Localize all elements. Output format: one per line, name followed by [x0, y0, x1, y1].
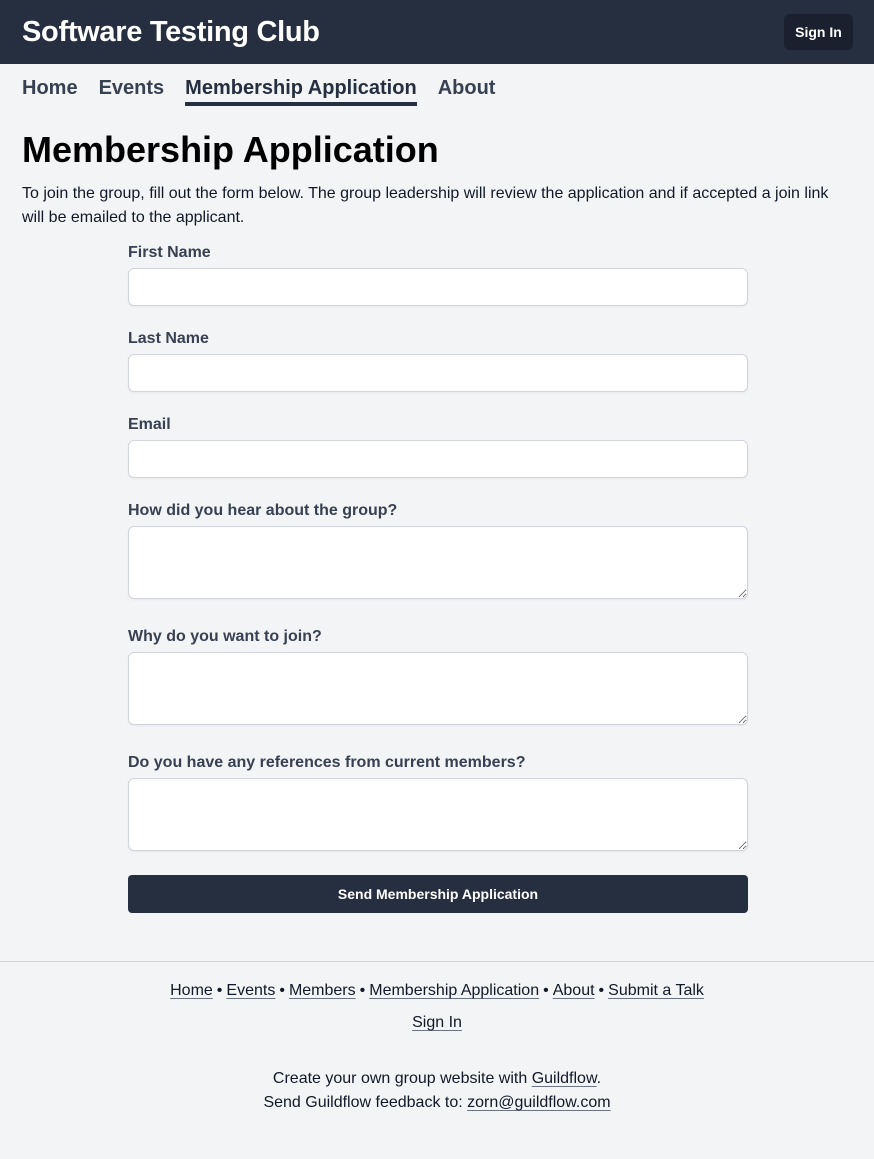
nav-item-membership-application[interactable]: Membership Application	[185, 76, 417, 106]
why-join-field-group: Why do you want to join?	[128, 627, 748, 725]
email-label: Email	[128, 416, 171, 433]
nav-item-about[interactable]: About	[438, 76, 496, 106]
email-input[interactable]	[128, 440, 748, 478]
footer-sign-in-link[interactable]: Sign In	[412, 1014, 462, 1031]
intro-text: To join the group, fill out the form bel…	[22, 185, 829, 226]
first-name-label: First Name	[128, 244, 211, 261]
footer-link-home[interactable]: Home	[170, 982, 213, 999]
footer-link-about[interactable]: About	[553, 982, 595, 999]
why-join-label: Why do you want to join?	[128, 628, 322, 645]
footer-credit: Create your own group website with Guild…	[0, 1067, 874, 1115]
site-header: Software Testing Club Sign In	[0, 0, 874, 64]
email-field-group: Email	[128, 415, 748, 478]
footer-links: Home • Events • Members • Membership Applicati…	[0, 979, 874, 1003]
credit-line: Create your own group website with Guild…	[0, 1067, 874, 1091]
footer-link-events[interactable]: Events	[226, 982, 275, 999]
site-title[interactable]: Software Testing Club	[22, 16, 320, 49]
feedback-email-link[interactable]: zorn@guildflow.com	[467, 1094, 610, 1111]
site-footer: Home • Events • Members • Membership Applicati…	[0, 961, 874, 1115]
last-name-field-group: Last Name	[128, 329, 748, 392]
footer-signin-row: Sign In	[0, 1011, 874, 1035]
feedback-line: Send Guildflow feedback to: zorn@guildfl…	[0, 1091, 874, 1115]
footer-separator: •	[359, 982, 366, 999]
why-join-textarea[interactable]	[128, 652, 748, 725]
footer-separator: •	[216, 982, 223, 999]
hear-about-textarea[interactable]	[128, 526, 748, 599]
guildflow-link[interactable]: Guildflow	[532, 1070, 597, 1087]
last-name-label: Last Name	[128, 330, 209, 347]
sign-in-button[interactable]: Sign In	[784, 14, 853, 50]
references-textarea[interactable]	[128, 778, 748, 851]
last-name-input[interactable]	[128, 354, 748, 392]
footer-link-submit-talk[interactable]: Submit a Talk	[608, 982, 704, 999]
footer-link-members[interactable]: Members	[289, 982, 356, 999]
footer-separator: •	[598, 982, 605, 999]
footer-separator: •	[279, 982, 285, 999]
hear-about-label: How did you hear about the group?	[128, 502, 398, 519]
nav-item-events[interactable]: Events	[99, 76, 165, 106]
first-name-field-group: First Name	[128, 243, 748, 306]
membership-form: First Name Last Name Email How did you h…	[128, 243, 748, 913]
main-nav: Home Events Membership Application About	[0, 64, 874, 110]
credit-suffix: .	[596, 1070, 602, 1087]
main-content: Membership Application To join the group…	[0, 130, 874, 913]
references-field-group: Do you have any references from current …	[128, 753, 748, 851]
credit-prefix: Create your own group website with	[272, 1070, 532, 1087]
footer-separator: •	[543, 982, 549, 999]
send-application-button[interactable]: Send Membership Application	[128, 875, 748, 913]
footer-link-membership-application[interactable]: Membership Application	[369, 982, 539, 999]
hear-about-field-group: How did you hear about the group?	[128, 501, 748, 599]
references-label: Do you have any references from current …	[128, 754, 526, 771]
first-name-input[interactable]	[128, 268, 748, 306]
nav-item-home[interactable]: Home	[22, 76, 78, 106]
page-title: Membership Application	[22, 129, 439, 170]
feedback-prefix: Send Guildflow feedback to:	[263, 1094, 468, 1111]
